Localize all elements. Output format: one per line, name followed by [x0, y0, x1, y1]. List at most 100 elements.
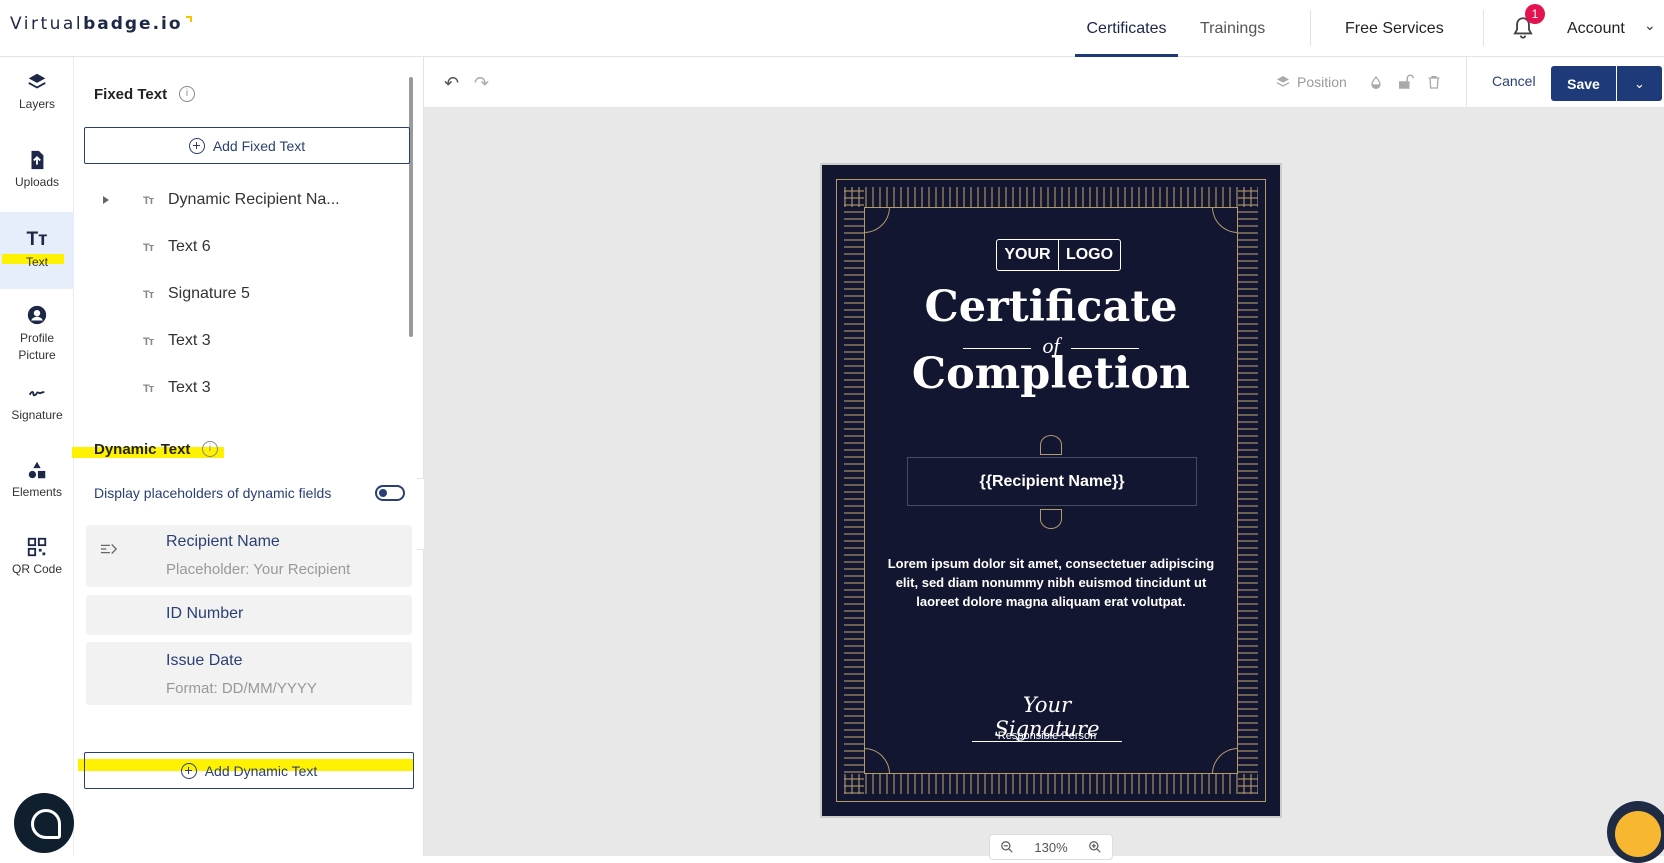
text-type-icon: Tт [143, 242, 154, 254]
zoom-level: 130% [1034, 839, 1068, 855]
expand-caret-icon[interactable] [103, 196, 109, 204]
text-type-icon: Tт [143, 336, 154, 348]
dynamic-field-card[interactable]: ID Number [86, 595, 412, 635]
layer-label: Signature 5 [168, 285, 250, 302]
layer-row[interactable]: Tт Text 3 [84, 376, 404, 406]
layer-label: Text 6 [168, 238, 211, 255]
editor-toolbar [424, 57, 1664, 108]
add-fixed-text-label: Add Fixed Text [212, 137, 306, 154]
layer-row[interactable]: Tт Text 3 [84, 329, 404, 359]
layer-label: Text 3 [168, 332, 211, 349]
add-circle-icon [188, 137, 205, 154]
brand-part2: badge.io [83, 14, 183, 34]
brand-part1: Virtual [10, 14, 84, 34]
rail-label: Profile Picture [18, 331, 56, 362]
qr-code-icon [27, 537, 47, 557]
rail-label: Uploads [14, 175, 60, 189]
dynamic-field-placeholder: Placeholder: Your Recipient [166, 561, 351, 578]
signature-icon [28, 391, 45, 397]
profile-icon [27, 305, 47, 325]
zoom-in-icon[interactable] [1088, 840, 1102, 854]
info-icon[interactable]: i [202, 441, 218, 457]
top-bar: Virtualbadge.io Certificates Trainings F… [0, 0, 1664, 57]
support-emoji-icon[interactable] [1607, 801, 1664, 863]
layer-label: Dynamic Recipient Na... [168, 191, 340, 208]
rail-item-signature[interactable]: Signature [0, 382, 74, 432]
flourish-ornament [1040, 435, 1062, 455]
chat-icon[interactable] [14, 793, 74, 853]
rail-item-text[interactable]: Tт Text [0, 212, 74, 289]
save-dropdown-button[interactable]: ⌄ [1617, 66, 1662, 101]
position-label: Position [1297, 74, 1347, 90]
rail-item-uploads[interactable]: Uploads [0, 149, 74, 209]
brand-mark [185, 16, 192, 22]
placeholder-toggle[interactable] [375, 485, 405, 501]
layer-row[interactable]: Tт Signature 5 [84, 282, 404, 312]
layer-label: Text 3 [168, 379, 211, 396]
nav-divider [1483, 10, 1484, 46]
rail-item-profile-picture[interactable]: Profile Picture [0, 304, 74, 364]
chevron-down-icon: ⌄ [1634, 75, 1645, 91]
dynamic-field-name: Recipient Name [166, 533, 280, 550]
save-button[interactable]: Save [1551, 66, 1616, 101]
undo-icon[interactable]: ↶ [444, 73, 459, 94]
add-dynamic-text-button[interactable]: Add Dynamic Text [84, 752, 414, 789]
nav-certificates[interactable]: Certificates [1075, 0, 1178, 57]
rail-label: Elements [11, 485, 63, 499]
flourish-ornament [1040, 509, 1062, 529]
text-type-icon: Tт [143, 383, 154, 395]
zoom-out-icon[interactable] [1000, 840, 1014, 854]
dynamic-field-card[interactable]: Issue Date Format: DD/MM/YYYY [86, 642, 412, 705]
toolbar-divider [1466, 57, 1467, 108]
dynamic-field-name: ID Number [166, 605, 244, 622]
rail-label: QR Code [11, 562, 63, 576]
chevron-down-icon[interactable]: ⌄ [1644, 17, 1656, 34]
layer-row[interactable]: Tт Dynamic Recipient Na... [84, 188, 404, 218]
rail-item-qr-code[interactable]: QR Code [0, 536, 74, 596]
nav-trainings[interactable]: Trainings [1200, 0, 1265, 57]
info-icon[interactable]: i [179, 86, 195, 102]
fixed-text-title: Fixed Text [94, 86, 168, 103]
add-dynamic-text-label: Add Dynamic Text [204, 762, 318, 779]
dynamic-field-card[interactable]: Recipient Name Placeholder: Your Recipie… [86, 525, 412, 587]
certificate-title[interactable]: Certificate [822, 282, 1280, 332]
elements-icon [28, 461, 46, 479]
notification-badge: 1 [1525, 4, 1545, 24]
redo-icon[interactable]: ↷ [474, 73, 489, 94]
logo-right-text: LOGO [1058, 240, 1120, 270]
placeholder-toggle-label: Display placeholders of dynamic fields [94, 485, 332, 501]
position-button[interactable]: Position [1275, 74, 1347, 90]
add-fixed-text-button[interactable]: Add Fixed Text [84, 127, 410, 164]
panel-scrollbar[interactable] [409, 77, 413, 337]
recipient-name-field[interactable]: {{Recipient Name}} [907, 457, 1197, 506]
left-tool-rail: Layers Uploads Tт Text Profile Picture S… [0, 57, 74, 856]
upload-icon [31, 150, 44, 170]
nav-divider [1310, 10, 1311, 46]
dynamic-text-title: Dynamic Text [94, 441, 191, 458]
rail-item-elements[interactable]: Elements [0, 459, 74, 519]
layer-row[interactable]: Tт Text 6 [84, 235, 404, 265]
certificate-body-text[interactable]: Lorem ipsum dolor sit amet, consectetuer… [882, 554, 1220, 611]
text-icon: Tт [26, 229, 48, 250]
text-type-icon: Tт [143, 195, 154, 207]
layers-icon [28, 73, 46, 89]
signature-caption[interactable]: Responsible Person [972, 730, 1122, 742]
rail-label: Signature [11, 408, 63, 422]
cancel-button[interactable]: Cancel [1492, 73, 1536, 89]
certificate-preview[interactable]: YOUR LOGO Certificate of Completion {{Re… [820, 163, 1282, 818]
rail-item-layers[interactable]: Layers [0, 71, 74, 131]
filter-edit-icon[interactable] [100, 541, 118, 557]
rail-label: Layers [18, 97, 56, 111]
nav-account[interactable]: Account [1567, 0, 1625, 57]
brand-logo[interactable]: Virtualbadge.io [10, 14, 192, 34]
nav-free-services[interactable]: Free Services [1345, 0, 1444, 57]
your-logo-placeholder[interactable]: YOUR LOGO [996, 239, 1121, 271]
certificate-subtitle[interactable]: Completion [822, 349, 1280, 399]
opacity-icon[interactable] [1368, 74, 1384, 92]
dynamic-field-format: Format: DD/MM/YYYY [166, 680, 317, 697]
logo-left-text: YOUR [1004, 246, 1051, 263]
trash-icon[interactable] [1426, 73, 1442, 91]
unlock-icon[interactable] [1396, 73, 1414, 91]
dynamic-field-name: Issue Date [166, 652, 243, 669]
zoom-control: 130% [989, 834, 1113, 860]
